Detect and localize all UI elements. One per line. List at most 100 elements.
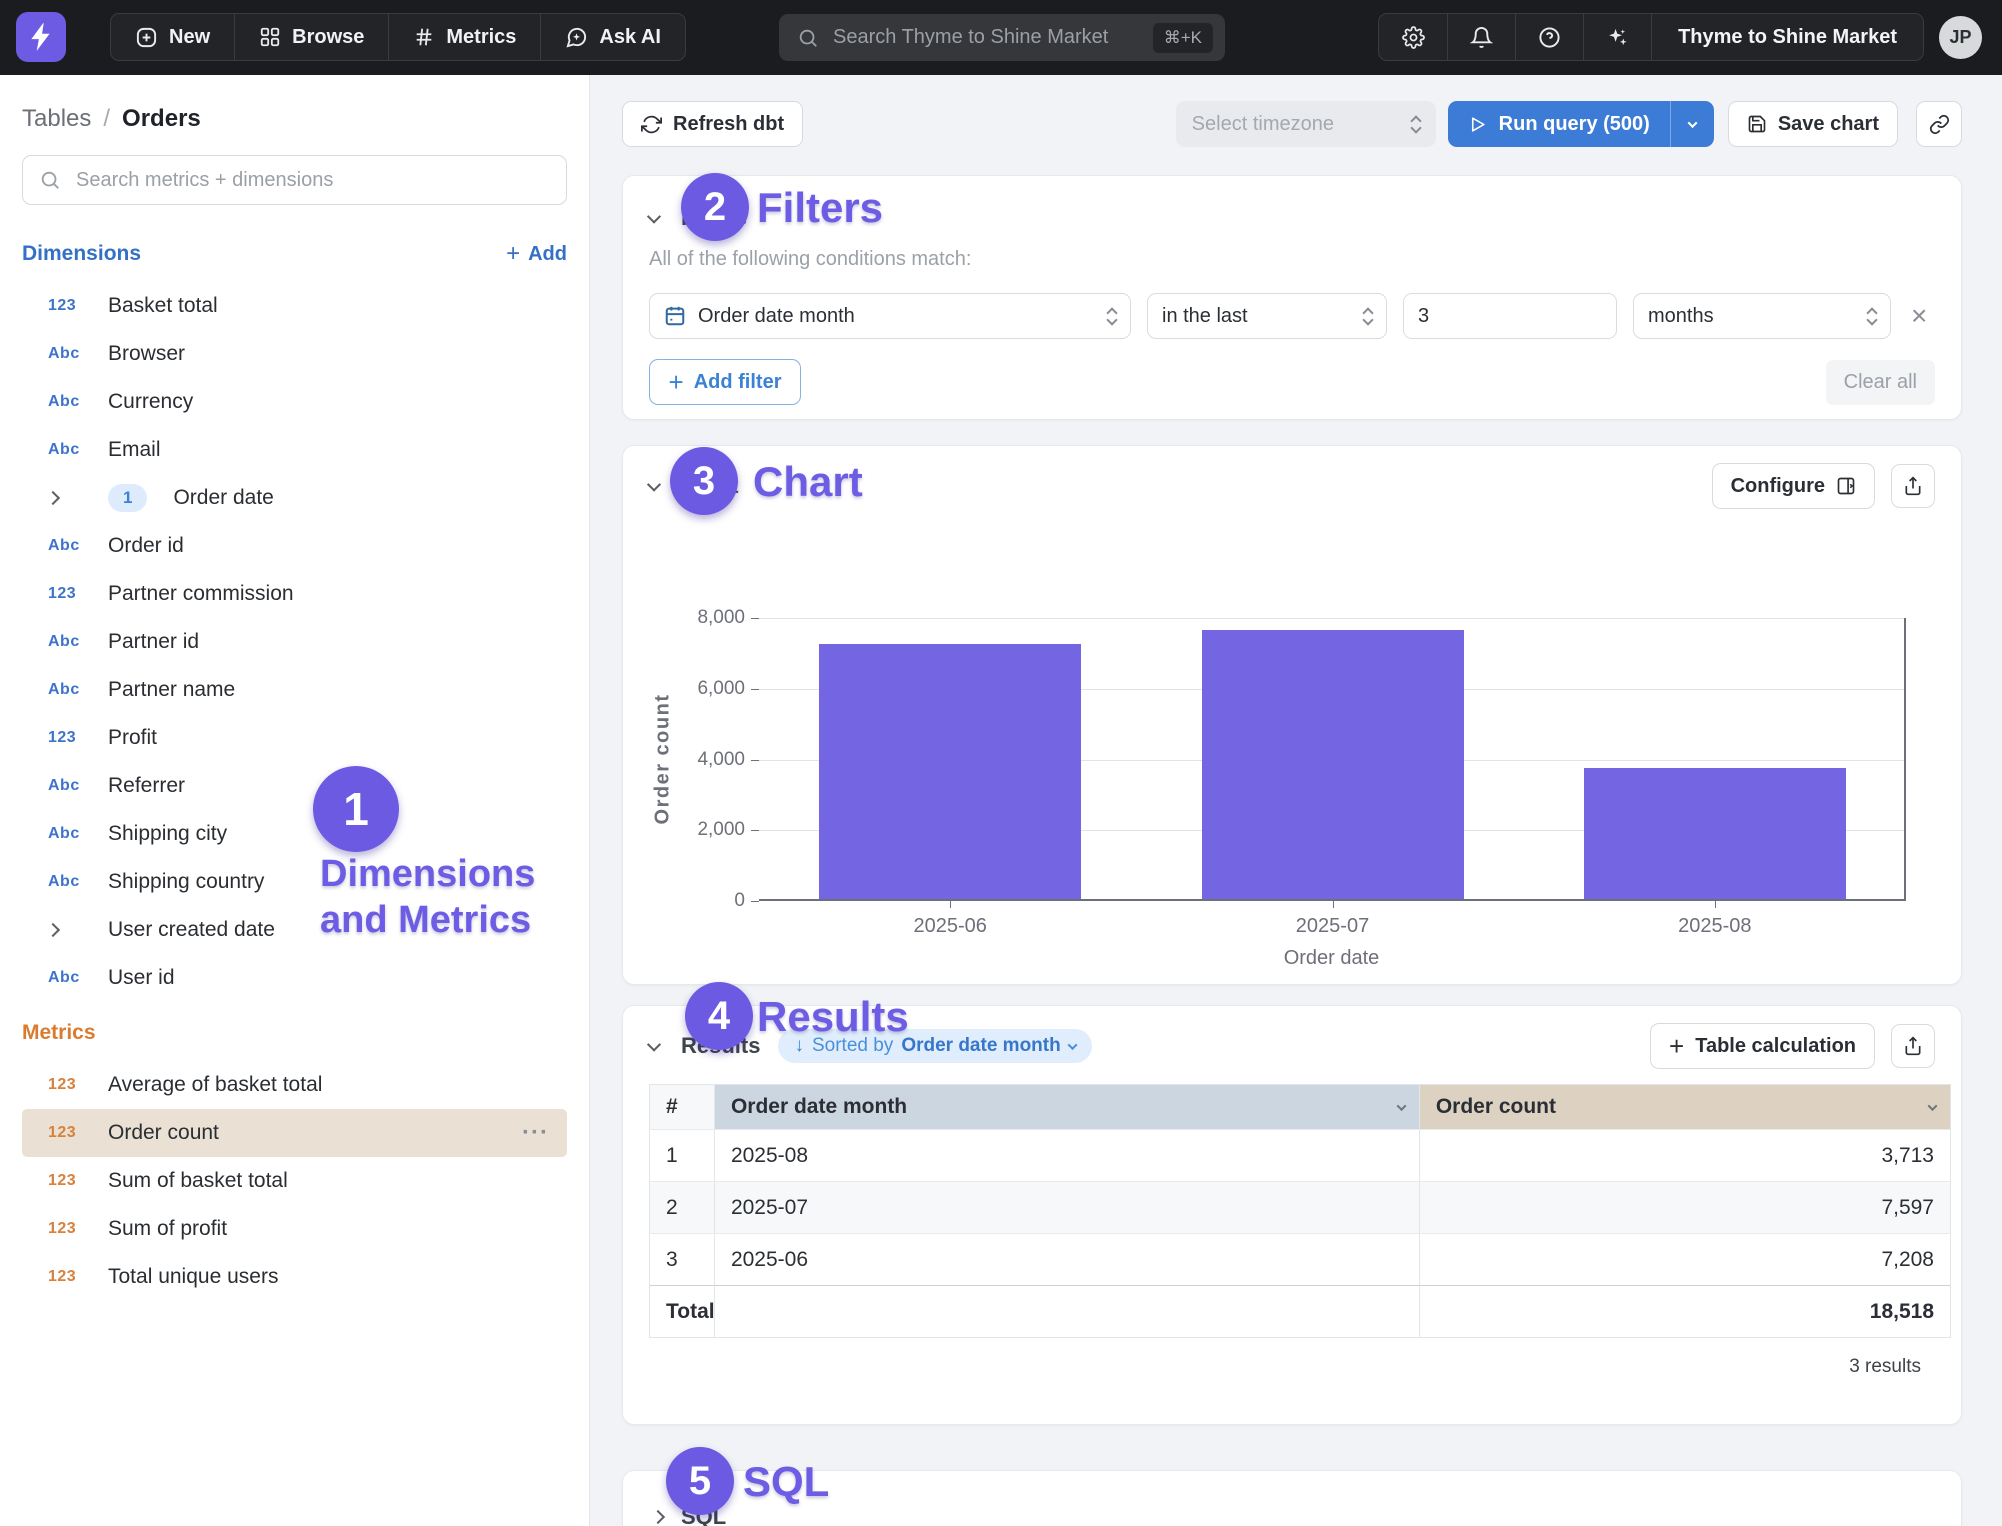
column-header-order-date-month[interactable]: Order date month xyxy=(714,1085,1419,1129)
run-query-button[interactable]: Run query (500) xyxy=(1448,101,1670,147)
org-switcher[interactable]: Thyme to Shine Market xyxy=(1651,14,1923,60)
sidebar-item-partner-id[interactable]: AbcPartner id xyxy=(22,618,567,666)
fields-search-input[interactable] xyxy=(74,168,550,193)
browse-button[interactable]: Browse xyxy=(234,14,388,60)
export-results-button[interactable] xyxy=(1891,1024,1935,1068)
collapse-results-chevron[interactable] xyxy=(649,1041,663,1051)
breadcrumb: Tables / Orders xyxy=(22,105,567,133)
ask-ai-label: Ask AI xyxy=(599,26,661,49)
chevron-right-icon[interactable] xyxy=(48,493,88,503)
settings-button[interactable] xyxy=(1379,14,1447,60)
table-calculation-label: Table calculation xyxy=(1695,1035,1856,1058)
field-label: Order count xyxy=(108,1121,219,1145)
sidebar-item-total-unique-users[interactable]: 123Total unique users xyxy=(22,1253,567,1301)
user-avatar[interactable]: JP xyxy=(1939,16,1982,59)
expand-sql-chevron[interactable] xyxy=(649,1512,663,1522)
breadcrumb-current-table: Orders xyxy=(122,105,201,133)
clear-all-button[interactable]: Clear all xyxy=(1826,360,1935,405)
sidebar-item-shipping-country[interactable]: AbcShipping country xyxy=(22,858,567,906)
sidebar-item-average-of-basket-total[interactable]: 123Average of basket total xyxy=(22,1061,567,1109)
ask-ai-button[interactable]: Ask AI xyxy=(540,14,685,60)
refresh-dbt-button[interactable]: Refresh dbt xyxy=(622,101,803,147)
app-logo[interactable] xyxy=(16,12,66,62)
bell-icon xyxy=(1470,26,1493,49)
filter-unit-select[interactable]: months xyxy=(1633,293,1891,339)
filter-value-input[interactable] xyxy=(1404,294,1617,338)
filter-operator-select[interactable]: in the last xyxy=(1147,293,1387,339)
ai-sparkles-button[interactable] xyxy=(1583,14,1651,60)
collapse-filters-chevron[interactable] xyxy=(649,213,663,223)
add-filter-button[interactable]: + Add filter xyxy=(649,359,801,405)
new-button[interactable]: New xyxy=(111,14,234,60)
select-chevrons-icon xyxy=(1412,117,1420,132)
table-total-row: Total18,518 xyxy=(650,1285,1950,1337)
numeric-field-icon: 123 xyxy=(48,585,88,603)
run-query-dropdown-button[interactable] xyxy=(1670,101,1714,147)
save-chart-button[interactable]: Save chart xyxy=(1728,101,1898,147)
column-header-order-count[interactable]: Order count xyxy=(1419,1085,1950,1129)
sorted-by-pill[interactable]: ↓ Sorted by Order date month xyxy=(778,1029,1091,1063)
sidebar-item-order-count[interactable]: 123 Order count ··· xyxy=(22,1109,567,1157)
value-cell: 3,713 xyxy=(1419,1129,1950,1181)
string-field-icon: Abc xyxy=(48,441,88,459)
export-chart-button[interactable] xyxy=(1891,464,1935,508)
add-dimension-button[interactable]: + Add xyxy=(506,242,567,266)
x-axis-tick-label: 2025-08 xyxy=(1635,915,1795,938)
table-row: 32025-067,208 xyxy=(650,1233,1950,1285)
sidebar-item-sum-of-profit[interactable]: 123Sum of profit xyxy=(22,1205,567,1253)
sidebar-item-email[interactable]: AbcEmail xyxy=(22,426,567,474)
sidebar-item-order-date[interactable]: 1Order date xyxy=(22,474,567,522)
timezone-select[interactable]: Select timezone xyxy=(1176,101,1436,147)
sidebar-item-sum-of-basket-total[interactable]: 123Sum of basket total xyxy=(22,1157,567,1205)
remove-filter-button[interactable]: × xyxy=(1911,302,1927,330)
global-search-input[interactable]: Search Thyme to Shine Market ⌘+K xyxy=(779,14,1225,61)
numeric-field-icon: 123 xyxy=(48,1124,88,1142)
bar-2025-07 xyxy=(1202,630,1464,899)
run-query-label: Run query (500) xyxy=(1499,113,1650,136)
chevron-down-icon[interactable] xyxy=(1928,1101,1938,1111)
share-link-button[interactable] xyxy=(1916,101,1962,147)
results-table-header-row: #Order date monthOrder count xyxy=(650,1085,1950,1129)
nav-utilities: Thyme to Shine Market xyxy=(1378,13,1924,61)
sidebar-item-user-id[interactable]: AbcUser id xyxy=(22,954,567,1002)
notifications-button[interactable] xyxy=(1447,14,1515,60)
sidebar-item-user-created-date[interactable]: User created date xyxy=(22,906,567,954)
field-label: User id xyxy=(108,966,175,990)
sidebar-item-partner-commission[interactable]: 123 Partner commission xyxy=(22,570,567,618)
plus-circle-icon xyxy=(135,26,158,49)
table-calculation-button[interactable]: + Table calculation xyxy=(1650,1023,1875,1069)
sidebar-item-currency[interactable]: AbcCurrency xyxy=(22,378,567,426)
save-icon xyxy=(1747,114,1767,134)
field-label: Order date xyxy=(173,486,273,510)
filter-unit-value: months xyxy=(1648,305,1856,328)
sidebar-item-partner-name[interactable]: AbcPartner name xyxy=(22,666,567,714)
filters-subtitle: All of the following conditions match: xyxy=(649,248,1935,271)
sidebar-item-referrer[interactable]: AbcReferrer xyxy=(22,762,567,810)
chevron-right-icon[interactable] xyxy=(48,925,88,935)
metrics-button[interactable]: Metrics xyxy=(388,14,540,60)
help-button[interactable] xyxy=(1515,14,1583,60)
breadcrumb-tables-link[interactable]: Tables xyxy=(22,105,91,133)
filters-section-title: Filters xyxy=(681,205,747,231)
sidebar-item-order-id[interactable]: AbcOrder id xyxy=(22,522,567,570)
sidebar-item-browser[interactable]: AbcBrowser xyxy=(22,330,567,378)
sidebar-item-basket-total[interactable]: 123Basket total xyxy=(22,282,567,330)
configure-chart-button[interactable]: Configure xyxy=(1712,463,1875,509)
y-axis-tick xyxy=(751,689,759,690)
string-field-icon: Abc xyxy=(48,777,88,795)
chevron-down-icon[interactable] xyxy=(1396,1101,1406,1111)
share-icon xyxy=(1903,1036,1923,1056)
fields-search[interactable] xyxy=(22,155,567,205)
field-label: User created date xyxy=(108,918,275,942)
x-axis-tick-label: 2025-06 xyxy=(870,915,1030,938)
chat-star-icon xyxy=(565,26,588,49)
collapse-chart-chevron[interactable] xyxy=(649,481,663,491)
field-label: Partner commission xyxy=(108,582,294,606)
filter-field-select[interactable]: Order date month xyxy=(649,293,1131,339)
sidebar-item-shipping-city[interactable]: AbcShipping city xyxy=(22,810,567,858)
y-axis-tick xyxy=(751,901,759,902)
row-index-cell: 2 xyxy=(650,1181,714,1233)
y-axis-tick-label: 6,000 xyxy=(653,678,745,700)
sidebar-item-profit[interactable]: 123Profit xyxy=(22,714,567,762)
more-options-icon[interactable]: ··· xyxy=(522,1119,549,1147)
